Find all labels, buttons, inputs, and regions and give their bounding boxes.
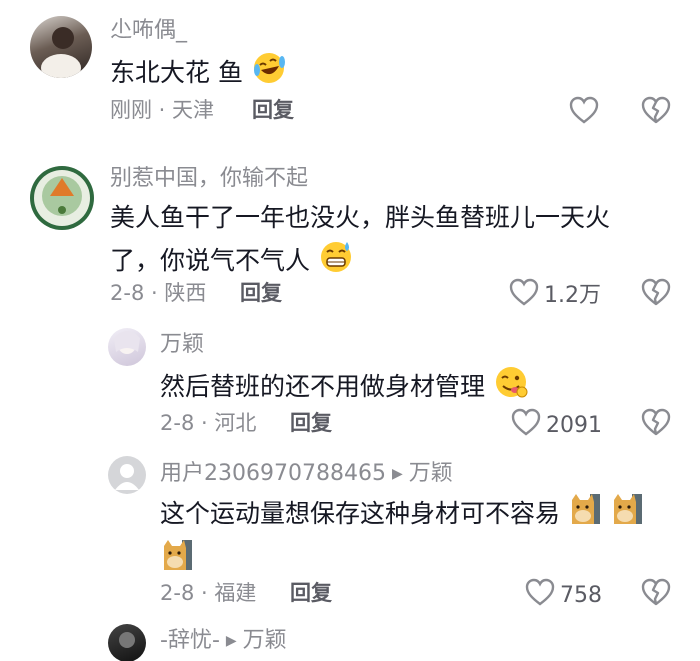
like-count: 1.2万 <box>544 282 601 308</box>
dislike-button[interactable] <box>640 407 672 441</box>
username[interactable]: 别惹中国，你输不起 <box>110 166 308 192</box>
laughing-tears-emoji-icon <box>251 50 287 98</box>
comment-text: 这个运动量想保存这种身材可不容易 <box>160 492 680 584</box>
username: -辞忧- ▶ 万颖 <box>160 628 287 654</box>
reply-target[interactable]: 万颖 <box>243 628 287 653</box>
comment-location: 天津 <box>172 98 215 122</box>
comment-text-content: 东北大花 鱼 <box>110 58 243 87</box>
avatar[interactable] <box>30 166 94 230</box>
reply-author[interactable]: -辞忧- <box>160 628 220 653</box>
reply-target[interactable]: 万颖 <box>409 461 453 486</box>
comment-text-content: 这个运动量想保存这种身材可不容易 <box>160 499 561 528</box>
reply-button[interactable]: 回复 <box>240 280 282 306</box>
dislike-button[interactable] <box>640 577 672 611</box>
heart-outline-icon <box>508 277 540 314</box>
comment-text-content: 然后替班的还不用做身材管理 <box>160 372 486 401</box>
avatar[interactable] <box>30 16 92 78</box>
comment-item: 别惹中国，你输不起 美人鱼干了一年也没火，胖头鱼替班儿一天火 了，你说气不气人 … <box>0 150 700 320</box>
broken-heart-icon <box>640 278 672 311</box>
comment-location: 河北 <box>214 411 257 435</box>
grinning-sweat-emoji-icon <box>318 238 354 286</box>
avatar[interactable] <box>108 328 146 366</box>
comment-location: 福建 <box>214 581 257 605</box>
doge-emoji-icon <box>160 538 194 584</box>
heart-outline-icon <box>568 95 600 132</box>
reply-author[interactable]: 用户2306970788465 <box>160 461 386 486</box>
reply-button[interactable]: 回复 <box>252 97 294 123</box>
heart-outline-icon <box>510 407 542 444</box>
broken-heart-icon <box>640 96 672 129</box>
comment-text: 然后替班的还不用做身材管理 <box>160 364 529 412</box>
dislike-button[interactable] <box>640 95 672 129</box>
triangle-right-icon: ▶ <box>225 633 237 649</box>
comment-meta: 2-8 · 河北 <box>160 411 257 435</box>
like-count: 758 <box>560 582 602 608</box>
comment-meta: 2-8 · 陕西 <box>110 281 207 305</box>
username[interactable]: 万颖 <box>160 332 204 358</box>
username: 用户2306970788465 ▶ 万颖 <box>160 461 453 487</box>
comment-item: 尐咘偶_ 东北大花 鱼 刚刚 · 天津 回复 <box>0 0 700 140</box>
like-button[interactable]: 2091 <box>510 407 602 444</box>
comment-time: 刚刚 <box>110 98 152 122</box>
triangle-right-icon: ▶ <box>391 466 403 482</box>
doge-emoji-icon <box>610 492 644 538</box>
comment-text: 东北大花 鱼 <box>110 50 287 98</box>
reply-item: 用户2306970788465 ▶ 万颖 这个运动量想保存这种身材可不容易 2-… <box>0 450 700 620</box>
heart-outline-icon <box>524 577 556 614</box>
yum-face-emoji-icon <box>493 364 529 412</box>
comment-text-content: 了，你说气不气人 <box>110 246 311 275</box>
comment-location: 陕西 <box>164 281 207 305</box>
reply-button[interactable]: 回复 <box>290 410 332 436</box>
like-button[interactable]: 1.2万 <box>508 277 601 314</box>
like-count: 2091 <box>546 412 602 438</box>
reply-item: 万颖 然后替班的还不用做身材管理 2-8 · 河北 回复 2091 <box>0 320 700 450</box>
avatar[interactable] <box>108 456 146 494</box>
comment-text-line: 美人鱼干了一年也没火，胖头鱼替班儿一天火 <box>110 203 611 232</box>
avatar[interactable] <box>108 624 146 661</box>
username[interactable]: 尐咘偶_ <box>110 18 187 44</box>
broken-heart-icon <box>640 408 672 441</box>
like-button[interactable] <box>568 95 600 132</box>
comment-time: 2-8 <box>160 581 195 605</box>
reply-button[interactable]: 回复 <box>290 580 332 606</box>
comment-meta: 2-8 · 福建 <box>160 581 257 605</box>
dislike-button[interactable] <box>640 277 672 311</box>
doge-emoji-icon <box>568 492 602 538</box>
like-button[interactable]: 758 <box>524 577 602 614</box>
comment-time: 2-8 <box>110 281 145 305</box>
reply-item: -辞忧- ▶ 万颖 <box>0 620 700 661</box>
broken-heart-icon <box>640 578 672 611</box>
comment-meta: 刚刚 · 天津 <box>110 98 215 122</box>
comment-text: 美人鱼干了一年也没火，胖头鱼替班儿一天火 了，你说气不气人 <box>110 198 610 286</box>
comment-time: 2-8 <box>160 411 195 435</box>
